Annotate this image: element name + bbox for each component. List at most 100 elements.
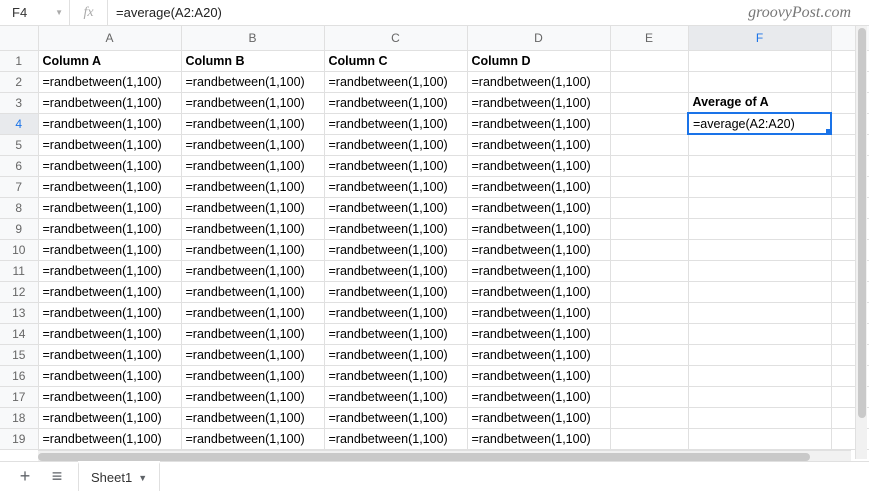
row-header-10[interactable]: 10 xyxy=(0,239,38,260)
cell-D17[interactable]: =randbetween(1,100) xyxy=(467,386,610,407)
column-header-D[interactable]: D xyxy=(467,26,610,50)
row-header-9[interactable]: 9 xyxy=(0,218,38,239)
cell-C12[interactable]: =randbetween(1,100) xyxy=(324,281,467,302)
cell-B16[interactable]: =randbetween(1,100) xyxy=(181,365,324,386)
cell-D12[interactable]: =randbetween(1,100) xyxy=(467,281,610,302)
cell-B8[interactable]: =randbetween(1,100) xyxy=(181,197,324,218)
cell-D10[interactable]: =randbetween(1,100) xyxy=(467,239,610,260)
cell-A12[interactable]: =randbetween(1,100) xyxy=(38,281,181,302)
cell-C3[interactable]: =randbetween(1,100) xyxy=(324,92,467,113)
cell-A1[interactable]: Column A xyxy=(38,50,181,71)
cell-A3[interactable]: =randbetween(1,100) xyxy=(38,92,181,113)
cell-B17[interactable]: =randbetween(1,100) xyxy=(181,386,324,407)
cell-A9[interactable]: =randbetween(1,100) xyxy=(38,218,181,239)
cell-B18[interactable]: =randbetween(1,100) xyxy=(181,407,324,428)
cell-E17[interactable] xyxy=(610,386,688,407)
cell-E14[interactable] xyxy=(610,323,688,344)
cell-E12[interactable] xyxy=(610,281,688,302)
cell-E6[interactable] xyxy=(610,155,688,176)
cell-A13[interactable]: =randbetween(1,100) xyxy=(38,302,181,323)
row-header-4[interactable]: 4 xyxy=(0,113,38,134)
sheet-tab[interactable]: Sheet1 ▼ xyxy=(78,462,160,491)
cell-B3[interactable]: =randbetween(1,100) xyxy=(181,92,324,113)
cell-E11[interactable] xyxy=(610,260,688,281)
cell-A5[interactable]: =randbetween(1,100) xyxy=(38,134,181,155)
cell-F4[interactable]: =average(A2:A20) xyxy=(688,113,831,134)
cell-C2[interactable]: =randbetween(1,100) xyxy=(324,71,467,92)
chevron-down-icon[interactable]: ▼ xyxy=(138,473,147,483)
cell-C13[interactable]: =randbetween(1,100) xyxy=(324,302,467,323)
select-all-corner[interactable] xyxy=(0,26,38,50)
cell-D9[interactable]: =randbetween(1,100) xyxy=(467,218,610,239)
row-header-17[interactable]: 17 xyxy=(0,386,38,407)
cell-D14[interactable]: =randbetween(1,100) xyxy=(467,323,610,344)
column-header-A[interactable]: A xyxy=(38,26,181,50)
cell-C9[interactable]: =randbetween(1,100) xyxy=(324,218,467,239)
cell-E16[interactable] xyxy=(610,365,688,386)
name-box[interactable]: F4 ▼ xyxy=(0,0,70,25)
cell-F10[interactable] xyxy=(688,239,831,260)
row-header-5[interactable]: 5 xyxy=(0,134,38,155)
cell-D16[interactable]: =randbetween(1,100) xyxy=(467,365,610,386)
cell-C19[interactable]: =randbetween(1,100) xyxy=(324,428,467,449)
cell-D4[interactable]: =randbetween(1,100) xyxy=(467,113,610,134)
cell-E9[interactable] xyxy=(610,218,688,239)
cell-C5[interactable]: =randbetween(1,100) xyxy=(324,134,467,155)
cell-F19[interactable] xyxy=(688,428,831,449)
row-header-19[interactable]: 19 xyxy=(0,428,38,449)
cell-F2[interactable] xyxy=(688,71,831,92)
cell-A15[interactable]: =randbetween(1,100) xyxy=(38,344,181,365)
row-header-11[interactable]: 11 xyxy=(0,260,38,281)
cell-B5[interactable]: =randbetween(1,100) xyxy=(181,134,324,155)
cell-E4[interactable] xyxy=(610,113,688,134)
row-header-16[interactable]: 16 xyxy=(0,365,38,386)
cell-B13[interactable]: =randbetween(1,100) xyxy=(181,302,324,323)
row-header-8[interactable]: 8 xyxy=(0,197,38,218)
cell-D11[interactable]: =randbetween(1,100) xyxy=(467,260,610,281)
cell-F6[interactable] xyxy=(688,155,831,176)
cell-D19[interactable]: =randbetween(1,100) xyxy=(467,428,610,449)
add-sheet-button[interactable]: + xyxy=(14,466,36,488)
column-header-F[interactable]: F xyxy=(688,26,831,50)
cell-A4[interactable]: =randbetween(1,100) xyxy=(38,113,181,134)
cell-C18[interactable]: =randbetween(1,100) xyxy=(324,407,467,428)
horizontal-scrollbar[interactable] xyxy=(38,450,851,462)
cell-E19[interactable] xyxy=(610,428,688,449)
cell-A18[interactable]: =randbetween(1,100) xyxy=(38,407,181,428)
cell-C11[interactable]: =randbetween(1,100) xyxy=(324,260,467,281)
cell-D6[interactable]: =randbetween(1,100) xyxy=(467,155,610,176)
column-header-E[interactable]: E xyxy=(610,26,688,50)
cell-B12[interactable]: =randbetween(1,100) xyxy=(181,281,324,302)
cell-C1[interactable]: Column C xyxy=(324,50,467,71)
cell-A11[interactable]: =randbetween(1,100) xyxy=(38,260,181,281)
cell-A2[interactable]: =randbetween(1,100) xyxy=(38,71,181,92)
cell-E8[interactable] xyxy=(610,197,688,218)
cell-F15[interactable] xyxy=(688,344,831,365)
column-header-C[interactable]: C xyxy=(324,26,467,50)
cell-A17[interactable]: =randbetween(1,100) xyxy=(38,386,181,407)
column-header-B[interactable]: B xyxy=(181,26,324,50)
cell-D7[interactable]: =randbetween(1,100) xyxy=(467,176,610,197)
cell-E18[interactable] xyxy=(610,407,688,428)
cell-E2[interactable] xyxy=(610,71,688,92)
cell-A14[interactable]: =randbetween(1,100) xyxy=(38,323,181,344)
cell-C8[interactable]: =randbetween(1,100) xyxy=(324,197,467,218)
row-header-2[interactable]: 2 xyxy=(0,71,38,92)
cell-C7[interactable]: =randbetween(1,100) xyxy=(324,176,467,197)
cell-D13[interactable]: =randbetween(1,100) xyxy=(467,302,610,323)
cell-B14[interactable]: =randbetween(1,100) xyxy=(181,323,324,344)
cell-B2[interactable]: =randbetween(1,100) xyxy=(181,71,324,92)
cell-C10[interactable]: =randbetween(1,100) xyxy=(324,239,467,260)
cell-E13[interactable] xyxy=(610,302,688,323)
cell-F7[interactable] xyxy=(688,176,831,197)
scrollbar-thumb[interactable] xyxy=(858,28,866,418)
cell-E1[interactable] xyxy=(610,50,688,71)
cell-A7[interactable]: =randbetween(1,100) xyxy=(38,176,181,197)
cell-F17[interactable] xyxy=(688,386,831,407)
cell-B11[interactable]: =randbetween(1,100) xyxy=(181,260,324,281)
cell-B6[interactable]: =randbetween(1,100) xyxy=(181,155,324,176)
row-header-18[interactable]: 18 xyxy=(0,407,38,428)
cell-B15[interactable]: =randbetween(1,100) xyxy=(181,344,324,365)
cell-C6[interactable]: =randbetween(1,100) xyxy=(324,155,467,176)
cell-F16[interactable] xyxy=(688,365,831,386)
